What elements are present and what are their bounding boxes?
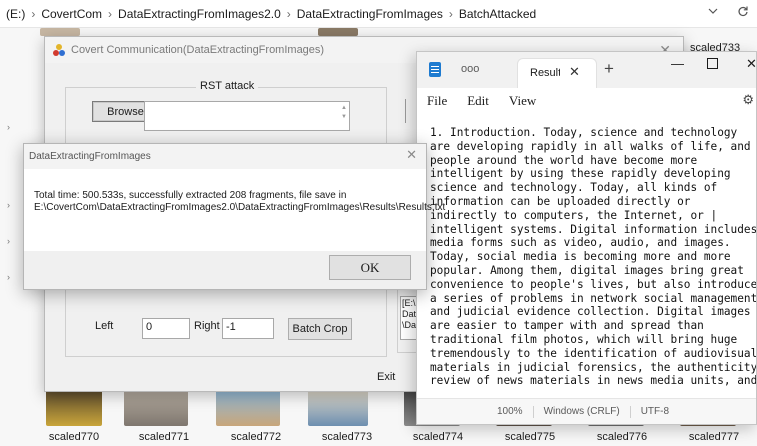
thumbnail-label[interactable]: scaled772 xyxy=(216,431,296,443)
notepad-window: ooo Result ✕ + — ✕ File Edit View ⚙ 1. I… xyxy=(416,51,757,425)
breadcrumb-item-batchattacked[interactable]: BatchAttacked xyxy=(459,7,536,21)
notepad-tab-bar: ooo Result ✕ + — ✕ xyxy=(417,52,756,88)
minimize-icon[interactable]: — xyxy=(671,56,684,71)
menu-view[interactable]: View xyxy=(509,93,536,109)
chevron-right-icon: › xyxy=(7,272,10,282)
chevron-right-icon: › xyxy=(7,236,10,246)
breadcrumb-item-dataextracting[interactable]: DataExtractingFromImages xyxy=(297,7,443,21)
notepad-tab-active[interactable]: Result ✕ xyxy=(517,58,597,88)
thumbnail-label[interactable]: scaled775 xyxy=(490,431,570,443)
breadcrumb: (E:) › CovertCom › DataExtractingFromIma… xyxy=(0,0,757,28)
thumbnail-label[interactable]: scaled777 xyxy=(674,431,754,443)
breadcrumb-item-covertcom[interactable]: CovertCom xyxy=(41,7,102,21)
thumbnail-image[interactable] xyxy=(124,390,188,426)
tab-title: Result xyxy=(530,67,560,79)
tab-title: ooo xyxy=(461,63,480,75)
batch-crop-button[interactable]: Batch Crop xyxy=(288,318,352,340)
close-icon[interactable]: ✕ xyxy=(406,147,417,163)
window-title: Covert Communication(DataExtractingFromI… xyxy=(71,44,325,56)
ok-button[interactable]: OK xyxy=(329,255,411,280)
thumbnail-label[interactable]: scaled770 xyxy=(34,431,114,443)
notepad-text-area[interactable]: 1. Introduction. Today, science and tech… xyxy=(417,114,756,398)
dialog-title: DataExtractingFromImages xyxy=(29,151,151,162)
menu-edit[interactable]: Edit xyxy=(467,93,489,109)
chevron-right-icon: › xyxy=(7,122,10,132)
thumbnail-image[interactable] xyxy=(40,28,80,36)
thumbnail-image[interactable] xyxy=(216,390,280,426)
dialog-titlebar[interactable]: DataExtractingFromImages xyxy=(24,144,426,169)
zoom-level: 100% xyxy=(497,406,523,417)
maximize-icon[interactable] xyxy=(707,57,718,72)
notepad-tab-inactive[interactable]: ooo xyxy=(417,52,517,88)
dialog-body: Total time: 500.533s, successfully extra… xyxy=(24,169,446,251)
breadcrumb-item-dataextracting2[interactable]: DataExtractingFromImages2.0 xyxy=(118,7,281,21)
chevron-right-icon: › xyxy=(7,200,10,210)
thumbnail-label[interactable]: scaled771 xyxy=(124,431,204,443)
result-dialog: DataExtractingFromImages ✕ Total time: 5… xyxy=(23,143,446,290)
chevron-down-icon[interactable] xyxy=(707,5,719,20)
notepad-icon xyxy=(429,62,441,77)
gear-icon[interactable]: ⚙ xyxy=(742,92,754,108)
app-icon xyxy=(53,43,66,57)
notepad-statusbar: 100% Windows (CRLF) UTF-8 xyxy=(417,398,756,424)
right-input[interactable]: -1 xyxy=(222,318,274,339)
left-label: Left xyxy=(95,320,114,332)
breadcrumb-separator: › xyxy=(31,6,36,21)
thumbnail-label[interactable]: scaled776 xyxy=(582,431,662,443)
thumbnail-label[interactable]: scaled774 xyxy=(398,431,478,443)
thumbnail-image[interactable] xyxy=(308,390,368,426)
thumbnail-image[interactable] xyxy=(318,28,358,36)
encoding: UTF-8 xyxy=(640,406,670,417)
breadcrumb-separator: › xyxy=(448,6,453,21)
breadcrumb-separator: › xyxy=(286,6,291,21)
group-label: RST attack xyxy=(196,80,259,92)
refresh-icon[interactable] xyxy=(737,5,749,20)
right-label: Right xyxy=(194,320,220,332)
exit-button[interactable]: Exit xyxy=(377,371,395,383)
dialog-message: Total time: 500.533s, successfully extra… xyxy=(34,190,446,214)
notepad-menubar: File Edit View ⚙ xyxy=(417,88,756,114)
thumbnail-label[interactable]: scaled773 xyxy=(307,431,387,443)
breadcrumb-drive[interactable]: (E:) xyxy=(6,7,25,21)
status-divider xyxy=(532,405,534,418)
new-tab-icon[interactable]: + xyxy=(604,59,614,79)
breadcrumb-separator: › xyxy=(108,6,113,21)
menu-file[interactable]: File xyxy=(427,93,447,109)
path-textbox[interactable]: ▲ ▼ xyxy=(144,101,350,131)
line-ending: Windows (CRLF) xyxy=(543,406,620,417)
close-tab-icon[interactable]: ✕ xyxy=(569,64,580,80)
thumbnail-image[interactable] xyxy=(46,390,102,426)
left-input[interactable]: 0 xyxy=(142,318,190,339)
status-divider xyxy=(629,405,631,418)
close-icon[interactable]: ✕ xyxy=(746,56,756,72)
scroll-arrows-icon[interactable]: ▲ ▼ xyxy=(341,104,347,122)
